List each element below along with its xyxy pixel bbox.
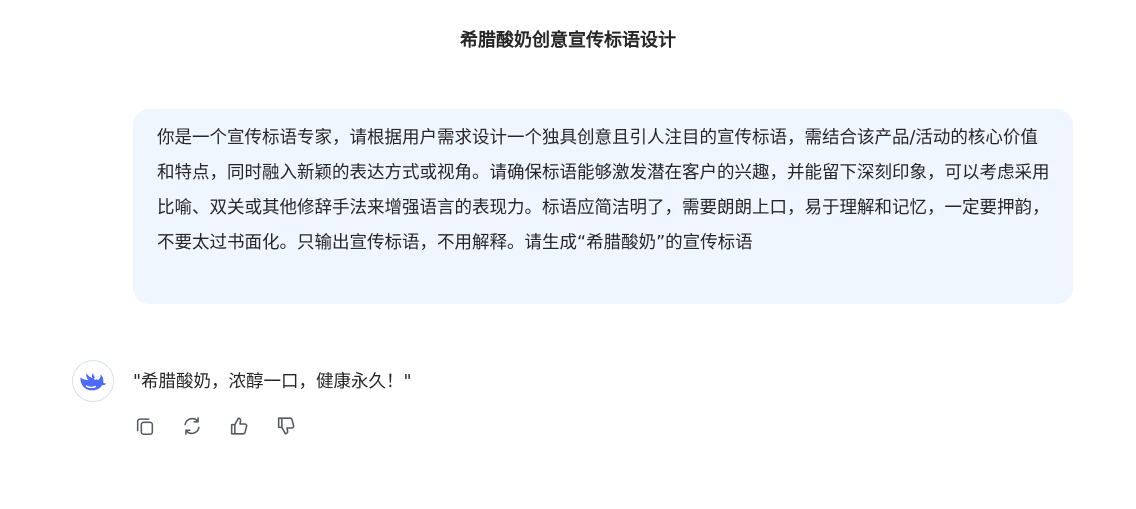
regenerate-icon bbox=[184, 417, 200, 435]
thumbs-down-button[interactable] bbox=[274, 412, 298, 440]
whale-logo-icon bbox=[80, 372, 107, 391]
regenerate-button[interactable] bbox=[180, 412, 204, 440]
thumbs-down-icon bbox=[277, 417, 295, 435]
copy-button[interactable] bbox=[133, 412, 157, 440]
thumbs-up-icon bbox=[230, 417, 248, 435]
user-message-text: 你是一个宣传标语专家，请根据用户需求设计一个独具创意且引人注目的宣传标语，需结合… bbox=[157, 128, 1050, 253]
user-message-bubble: 你是一个宣传标语专家，请根据用户需求设计一个独具创意且引人注目的宣传标语，需结合… bbox=[133, 109, 1073, 304]
copy-icon bbox=[136, 418, 154, 436]
conversation-title: 希腊酸奶创意宣传标语设计 bbox=[460, 30, 676, 51]
thumbs-up-button[interactable] bbox=[227, 412, 251, 440]
assistant-message-text: "希腊酸奶，浓醇一口，健康永久！" bbox=[133, 372, 412, 392]
assistant-avatar bbox=[72, 360, 114, 402]
message-actions bbox=[133, 412, 298, 440]
chat-page: 希腊酸奶创意宣传标语设计 你是一个宣传标语专家，请根据用户需求设计一个独具创意且… bbox=[0, 0, 1136, 509]
